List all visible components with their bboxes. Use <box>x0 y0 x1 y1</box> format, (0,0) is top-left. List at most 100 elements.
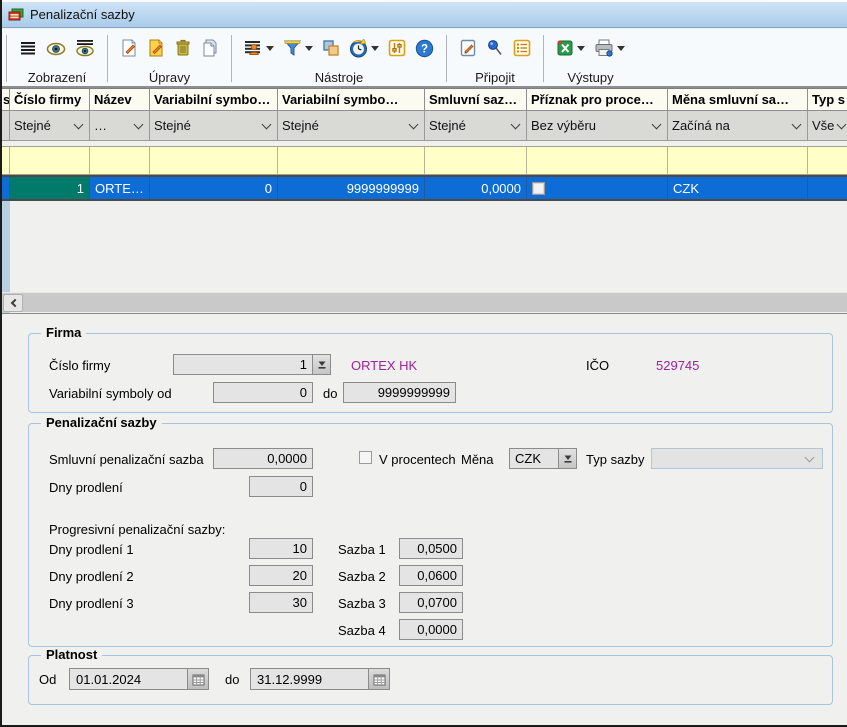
attach-note-icon[interactable] <box>459 39 477 57</box>
sazba-3-field[interactable]: 0,0700 <box>399 592 463 613</box>
sazba-1-field[interactable]: 0,0500 <box>399 538 463 559</box>
scrollbar-thumb[interactable] <box>23 294 847 312</box>
variabilni-od-field[interactable]: 0 <box>213 382 313 403</box>
col-header-typ-sazby[interactable]: Typ s <box>808 89 847 110</box>
col-header-priznak[interactable]: Příznak pro proce… <box>527 89 668 110</box>
filter-smluvni-sazba[interactable]: Stejné <box>425 111 527 140</box>
eye-icon[interactable] <box>46 39 66 57</box>
mena-picker-button[interactable] <box>558 448 577 469</box>
print-dropdown-arrow[interactable] <box>617 46 625 51</box>
toolbar-group-zobrazeni: Zobrazení <box>11 33 103 86</box>
platnost-od-label: Od <box>39 672 56 687</box>
edit-record-icon[interactable] <box>147 39 165 57</box>
search-cell[interactable] <box>668 147 808 174</box>
filter-priznak[interactable]: Bez výběru <box>527 111 668 140</box>
search-cell[interactable] <box>808 147 847 174</box>
priznak-checkbox[interactable] <box>532 182 545 195</box>
select-columns-dropdown-arrow[interactable] <box>266 46 274 51</box>
settings-icon[interactable] <box>388 39 406 57</box>
grid-header-row: s Číslo firmy Název Variabilní symbo… Va… <box>2 89 847 111</box>
calendar-icon[interactable] <box>187 669 208 689</box>
cell-typ-sazby[interactable] <box>808 177 847 199</box>
excel-export-icon[interactable] <box>556 39 585 57</box>
col-header-cislo-firmy[interactable]: Číslo firmy <box>10 89 90 110</box>
sazba-2-field[interactable]: 0,0600 <box>399 565 463 586</box>
titlebar: Penalizační sazby <box>2 2 847 28</box>
cislo-firmy-field[interactable]: 1 <box>173 354 313 375</box>
col-header-nazev[interactable]: Název <box>90 89 150 110</box>
calendar-icon[interactable] <box>368 669 389 689</box>
svg-text:?: ? <box>421 43 428 55</box>
cell-smluvni-sazba[interactable]: 0,0000 <box>425 177 527 199</box>
col-header-var-symbol-od[interactable]: Variabilní symbo… <box>150 89 278 110</box>
sazba-3-label: Sazba 3 <box>338 596 386 611</box>
help-icon[interactable]: ? <box>415 39 434 58</box>
pin-icon[interactable] <box>486 39 504 57</box>
scroll-left-button[interactable] <box>3 294 23 312</box>
filter-sliver <box>2 111 10 140</box>
search-cell[interactable] <box>425 147 527 174</box>
cislo-firmy-picker-button[interactable] <box>312 354 331 375</box>
dny-prodleni-3-label: Dny prodlení 3 <box>49 596 134 611</box>
cell-mena[interactable]: CZK <box>668 177 808 199</box>
cell-priznak[interactable] <box>527 177 668 199</box>
platnost-od-field[interactable]: 01.01.2024 <box>69 668 209 690</box>
search-cell[interactable] <box>90 147 150 174</box>
search-cell[interactable] <box>278 147 425 174</box>
search-cell[interactable] <box>527 147 668 174</box>
task-list-icon[interactable] <box>513 39 531 57</box>
dny-prodleni-3-field[interactable]: 30 <box>249 592 313 613</box>
search-cell[interactable] <box>10 147 90 174</box>
eye-rows-icon[interactable] <box>75 39 95 57</box>
col-header-sliver[interactable]: s <box>2 89 10 110</box>
col-header-smluvni-sazba[interactable]: Smluvní saz… <box>425 89 527 110</box>
search-cell[interactable] <box>150 147 278 174</box>
toolbar-separator <box>446 35 447 82</box>
col-header-var-symbol-do[interactable]: Variabilní symbo… <box>278 89 425 110</box>
print-icon[interactable] <box>594 39 625 57</box>
cell-var-symbol-od[interactable]: 0 <box>150 177 278 199</box>
filter-var-symbol-do[interactable]: Stejné <box>278 111 425 140</box>
dny-prodleni-field[interactable]: 0 <box>249 476 313 497</box>
mena-field[interactable]: CZK <box>509 448 559 469</box>
delete-record-icon[interactable] <box>174 39 192 57</box>
selected-record-row[interactable]: 1 ORTE… 0 9999999999 0,0000 CZK <box>2 175 847 201</box>
row-sliver-cell[interactable] <box>2 177 10 199</box>
copy-record-icon[interactable] <box>201 39 219 57</box>
dny-prodleni-2-field[interactable]: 20 <box>249 565 313 586</box>
view-rows-icon[interactable] <box>19 39 37 57</box>
dny-prodleni-1-field[interactable]: 10 <box>249 538 313 559</box>
typ-sazby-dropdown[interactable] <box>651 448 823 469</box>
horizontal-scrollbar[interactable] <box>2 292 847 312</box>
cell-var-symbol-do[interactable]: 9999999999 <box>278 177 425 199</box>
chevron-down-icon <box>511 119 521 129</box>
col-header-mena[interactable]: Měna smluvní sa… <box>668 89 808 110</box>
firma-nazev-value: ORTEX HK <box>351 358 417 373</box>
filter-typ-sazby[interactable]: Vše <box>808 111 847 140</box>
filter-var-symbol-od[interactable]: Stejné <box>150 111 278 140</box>
app-icon <box>8 8 24 22</box>
chevron-down-icon <box>792 119 802 129</box>
cell-nazev[interactable]: ORTE… <box>90 177 150 199</box>
filter-mena[interactable]: Začíná na <box>668 111 808 140</box>
history-dropdown-arrow[interactable] <box>371 46 379 51</box>
select-columns-icon[interactable] <box>244 39 274 57</box>
filter-dropdown-arrow[interactable] <box>305 46 313 51</box>
filter-cislo-firmy[interactable]: Stejné <box>10 111 90 140</box>
variabilni-do-field[interactable]: 9999999999 <box>343 382 456 403</box>
new-record-icon[interactable] <box>120 39 138 57</box>
window-title: Penalizační sazby <box>30 7 135 22</box>
v-procentech-checkbox[interactable] <box>359 451 372 464</box>
group-icon[interactable] <box>322 39 340 57</box>
filter-icon[interactable] <box>283 39 313 57</box>
sazba-4-field[interactable]: 0,0000 <box>399 619 463 640</box>
search-cell[interactable] <box>2 147 10 174</box>
cell-cislo-firmy[interactable]: 1 <box>10 177 90 199</box>
mena-label: Měna <box>461 452 494 467</box>
excel-dropdown-arrow[interactable] <box>577 46 585 51</box>
history-icon[interactable] <box>349 39 379 58</box>
platnost-do-field[interactable]: 31.12.9999 <box>250 668 390 690</box>
do-label: do <box>323 386 337 401</box>
filter-nazev[interactable]: … <box>90 111 150 140</box>
smluvni-sazba-field[interactable]: 0,0000 <box>213 448 313 469</box>
